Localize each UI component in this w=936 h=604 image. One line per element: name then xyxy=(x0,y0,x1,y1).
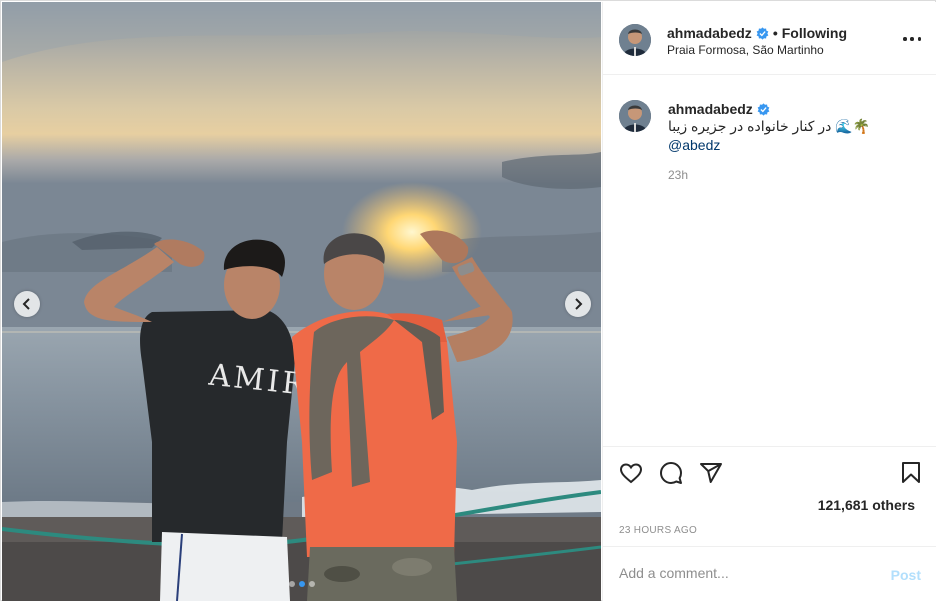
following-button[interactable]: Following xyxy=(782,25,847,41)
post-header: ahmadabedz • Following Praia Formosa, Sã… xyxy=(603,2,936,75)
post-photo[interactable]: AMIRI xyxy=(2,2,601,601)
likes-count[interactable]: 121,681 others xyxy=(818,497,915,513)
add-comment-bar: Post xyxy=(603,546,936,602)
post-author-line: ahmadabedz • Following xyxy=(667,25,847,41)
chevron-right-icon xyxy=(575,298,583,310)
post-age[interactable]: 23 HOURS AGO xyxy=(619,525,697,536)
author-username[interactable]: ahmadabedz xyxy=(667,25,752,41)
paper-plane-icon[interactable] xyxy=(699,461,723,485)
caption-text: در کنار خانواده در جزیره زیبا 🌊🌴 xyxy=(668,118,871,134)
carousel-next-button[interactable] xyxy=(565,291,591,317)
carousel-dot-active xyxy=(299,581,305,587)
avatar[interactable] xyxy=(619,100,651,132)
carousel-dot xyxy=(309,581,315,587)
post-actions: 121,681 others 23 HOURS AGO Post xyxy=(603,446,936,604)
bookmark-icon[interactable] xyxy=(899,461,923,485)
more-horizontal-icon xyxy=(903,37,907,41)
post-comment-button[interactable]: Post xyxy=(891,567,921,583)
carousel-dot xyxy=(289,581,295,587)
carousel-prev-button[interactable] xyxy=(14,291,40,317)
chevron-left-icon xyxy=(22,298,30,310)
caption-author-line: ahmadabedz xyxy=(668,101,770,117)
separator-bullet: • xyxy=(772,25,778,41)
avatar[interactable] xyxy=(619,24,651,56)
comment-input[interactable] xyxy=(619,565,879,581)
mention-link[interactable]: @abedz xyxy=(668,137,720,153)
post-dialog: AMIRI ahmadabedz • Following Praia Formo… xyxy=(0,0,936,601)
beach-sunset-photo: AMIRI xyxy=(2,2,601,601)
more-options-button[interactable] xyxy=(903,30,921,48)
caption-username[interactable]: ahmadabedz xyxy=(668,101,753,117)
carousel-indicator xyxy=(289,581,315,587)
post-side-panel: ahmadabedz • Following Praia Formosa, Sã… xyxy=(602,2,936,601)
heart-icon[interactable] xyxy=(619,461,643,485)
comment-icon[interactable] xyxy=(659,461,683,485)
caption-timestamp[interactable]: 23h xyxy=(668,168,688,182)
verified-badge-icon xyxy=(757,102,770,116)
location-link[interactable]: Praia Formosa, São Martinho xyxy=(667,43,824,57)
verified-badge-icon xyxy=(756,26,769,40)
